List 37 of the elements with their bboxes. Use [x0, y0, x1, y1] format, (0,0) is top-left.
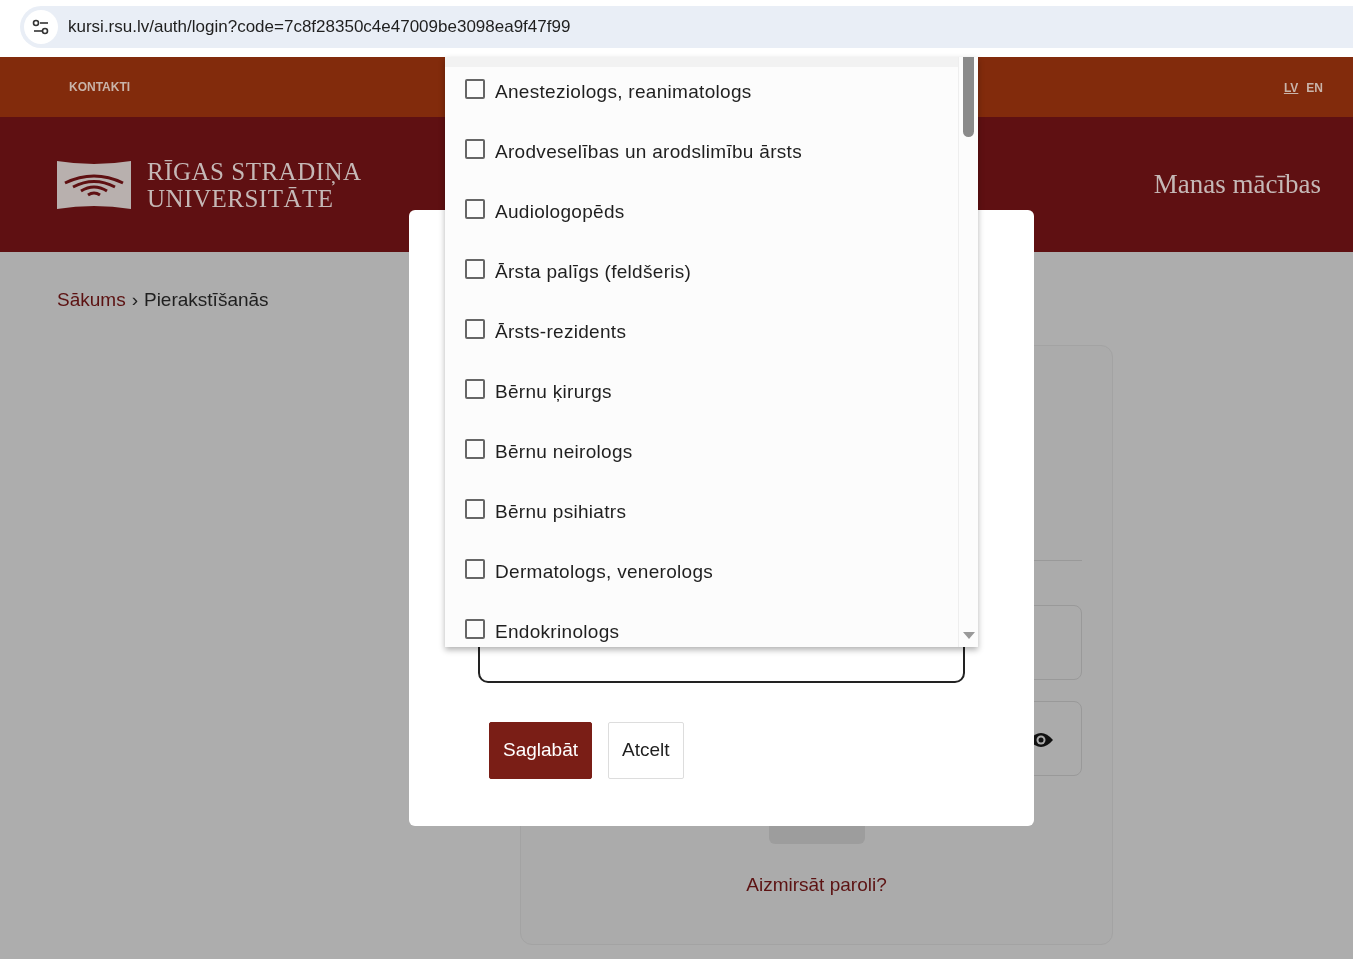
checkbox[interactable]	[465, 259, 485, 279]
checkbox[interactable]	[465, 79, 485, 99]
forgot-password-link[interactable]: Aizmirsāt paroli?	[746, 874, 887, 895]
option-label[interactable]: Endokrinologs	[495, 618, 620, 647]
option-label[interactable]: Bērnu neirologs	[495, 438, 633, 467]
checkbox[interactable]	[465, 319, 485, 339]
save-button[interactable]: Saglabāt	[489, 722, 592, 779]
option-label[interactable]: Ārsts-rezidents	[495, 318, 627, 347]
checkbox[interactable]	[465, 439, 485, 459]
breadcrumb-separator: ›	[131, 288, 138, 312]
scrollbar-thumb[interactable]	[963, 57, 974, 137]
logo-text: UNIVERSITĀTE	[147, 184, 334, 212]
checkbox[interactable]	[465, 499, 485, 519]
option-label[interactable]: Dermatologs, venerologs	[495, 558, 714, 587]
option-label[interactable]: Bērnu ķirurgs	[495, 378, 612, 407]
checkbox[interactable]	[465, 199, 485, 219]
site-settings-icon[interactable]	[24, 10, 58, 44]
site-title: Manas mācības	[1153, 168, 1321, 202]
language-link[interactable]: EN	[1306, 81, 1323, 95]
option-label[interactable]: Arodveselības un arodslimību ārsts	[495, 138, 802, 167]
scrollbar[interactable]	[958, 57, 978, 647]
option-label[interactable]: Ārsta palīgs (feldšeris)	[495, 258, 692, 287]
checkbox[interactable]	[465, 379, 485, 399]
checkbox[interactable]	[465, 139, 485, 159]
language-link[interactable]: LV	[1283, 81, 1299, 95]
option-label[interactable]: Anesteziologs, reanimatologs	[495, 78, 752, 107]
option-label[interactable]: Bērnu psihiatrs	[495, 498, 627, 527]
university-logo-icon	[57, 158, 131, 211]
contacts-link[interactable]: KONTAKTI	[69, 78, 131, 96]
checkbox[interactable]	[465, 559, 485, 579]
checkbox[interactable]	[465, 619, 485, 639]
breadcrumb-link[interactable]: Sākums	[57, 286, 126, 315]
cancel-button[interactable]: Atcelt	[608, 722, 684, 779]
logo-text: RĪGAS STRADIŅA	[147, 157, 362, 185]
breadcrumb-current: Pierakstīšanās	[143, 288, 269, 312]
scroll-down-icon[interactable]	[963, 632, 975, 639]
option-label[interactable]: Audiologopēds	[495, 198, 625, 227]
